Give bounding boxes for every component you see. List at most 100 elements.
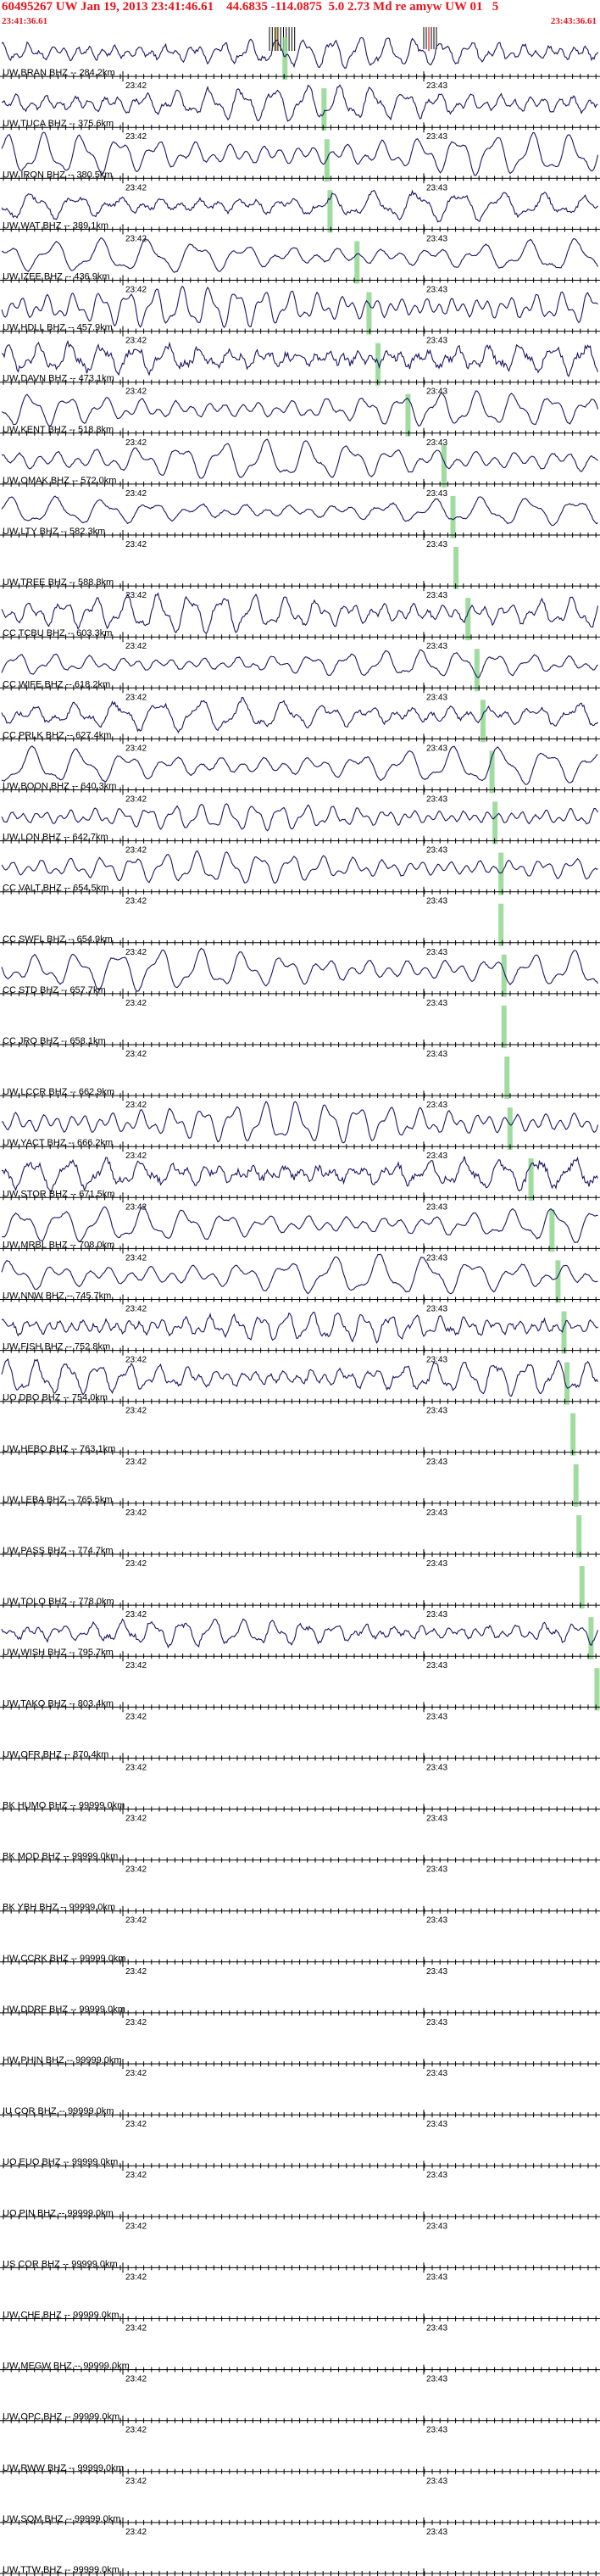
tick-label: 23:43: [426, 1712, 447, 1721]
tick-label: 23:43: [426, 2375, 447, 2384]
waveform: [1, 696, 598, 734]
station-label: HW CCRK BHZ -- 99999.0km: [3, 1954, 125, 1964]
station-label: UW TUCA BHZ -- 375.6km: [3, 119, 114, 129]
tick-label: 23:42: [125, 1407, 147, 1416]
tick-label: 23:42: [125, 286, 147, 295]
station-row: CC SWFL BHZ -- 654.9km 23:42 23:43: [0, 934, 600, 957]
tick-label: 23:43: [426, 388, 447, 397]
station-row: UW KENT BHZ -- 518.8km 23:42 23:43: [0, 390, 600, 448]
station-label: UO EUO BHZ -- 99999.0km: [3, 2157, 118, 2167]
tick-label: 23:42: [125, 846, 147, 856]
waveform: [1, 1358, 598, 1397]
arrival-marker: [474, 649, 480, 692]
tick-label: 23:42: [125, 2018, 147, 2027]
tick-label: 23:42: [125, 2222, 147, 2231]
station-row: UW TTW BHZ -- 99999.0km23:4223:43: [0, 2565, 600, 2576]
tick-label: 23:42: [125, 795, 147, 805]
tick-label: 23:43: [426, 132, 447, 142]
waveform: [1, 36, 598, 70]
station-label: UW WISH BHZ -- 795.7km: [3, 1648, 114, 1658]
tick-label: 23:43: [426, 438, 447, 448]
station-label: CC JRO BHZ -- 658.1km: [3, 1036, 106, 1046]
station-label: UW LEBA BHZ -- 765.5km: [3, 1495, 113, 1505]
tick-label: 23:42: [125, 81, 147, 91]
waveform: [1, 84, 598, 122]
arrival-marker: [570, 1413, 576, 1456]
tick-label: 23:43: [426, 1050, 447, 1059]
tick-label: 23:42: [125, 2120, 147, 2129]
station-label: BK HUMO BHZ -- 99999.0km: [3, 1801, 125, 1811]
arrival-marker: [465, 598, 471, 641]
station-row: UW TREE BHZ -- 588.8km23:42 23:43: [0, 577, 600, 600]
tick-label: 23:42: [125, 1101, 147, 1110]
tick-label: 23:42: [125, 1763, 147, 1772]
station-label: UW SQM BHZ -- 99999.0km: [3, 2514, 120, 2524]
arrival-marker: [453, 547, 459, 589]
tick-label: 23:42: [125, 1661, 147, 1670]
station-row: UW LON BHZ -- 642.7km 23:42 23:43: [0, 803, 600, 856]
arrival-marker: [501, 1005, 507, 1048]
station-row: CC VALT BHZ -- 654.5km 23:42 23:43: [0, 850, 600, 906]
tick-label: 23:43: [426, 2426, 447, 2435]
arrival-marker: [555, 1260, 561, 1303]
tick-label: 23:42: [125, 2528, 147, 2537]
station-row: HW PHIN BHZ -- 99999.0km23:42 23:43: [0, 2055, 600, 2078]
tick-label: 23:43: [426, 1202, 447, 1212]
station-row: UW SQM BHZ -- 99999.0km 23:42 23:43: [0, 2514, 600, 2537]
tick-label: 23:43: [426, 540, 447, 549]
waveform: [1, 339, 599, 377]
station-row: BK HUMO BHZ -- 99999.0km23:42 23:43: [0, 1801, 600, 1824]
station-label: UW YACT BHZ -- 666.2km: [3, 1138, 113, 1148]
station-row: UO EUO BHZ -- 99999.0km 23:42 23:43: [0, 2157, 600, 2180]
waveform: [1, 495, 598, 527]
station-label: CC VALT BHZ -- 654.5km: [3, 884, 108, 894]
tick-label: 23:42: [125, 2069, 147, 2078]
tick-label: 23:43: [426, 234, 447, 243]
tick-label: 23:42: [125, 438, 147, 448]
tick-label: 23:42: [125, 1916, 147, 1926]
tick-label: 23:42: [125, 2426, 147, 2435]
tick-label: 23:43: [426, 1407, 447, 1416]
waveform: [1, 1253, 598, 1295]
header-bar: 60495267 UW Jan 19, 2013 23:41:46.61 44.…: [0, 0, 600, 27]
station-row: UW LTY BHZ -- 582.3km 23:42 23:43: [0, 495, 600, 549]
waveform: [1, 390, 599, 427]
arrival-marker: [576, 1514, 582, 1558]
station-row: UW OFR BHZ -- 870.4km 23:42 23:43: [0, 1749, 600, 1772]
tick-label: 23:42: [125, 1559, 147, 1569]
arrival-marker: [282, 37, 288, 80]
station-label: CC WIFE BHZ -- 618.2km: [3, 679, 110, 689]
tick-label: 23:43: [426, 693, 447, 702]
arrival-marker: [354, 241, 360, 284]
tick-label: 23:43: [426, 183, 447, 192]
tick-label: 23:43: [426, 1151, 447, 1161]
station-row: UW NNW BHZ -- 745.7km 23:42 23:43: [0, 1253, 600, 1314]
tick-label: 23:42: [125, 540, 147, 549]
station-row: HW CCRK BHZ -- 99999.0km23:42 23:43: [0, 1954, 600, 1977]
tick-label: 23:42: [125, 1202, 147, 1212]
tick-label: 23:42: [125, 388, 147, 397]
station-label: HW DDRF BHZ -- 99999.0km: [3, 2004, 125, 2015]
tick-label: 23:43: [426, 2069, 447, 2078]
waveform: [1, 1205, 598, 1244]
station-label: UW STOR BHZ -- 671.5km: [3, 1189, 114, 1199]
tick-label: 23:42: [125, 2324, 147, 2333]
station-label: BK MOD BHZ -- 99999.0km: [3, 1852, 118, 1862]
arrival-marker: [549, 1209, 555, 1252]
station-row: UW MEGW BHZ -- 99999.0km 23:42 23:43: [0, 2361, 600, 2384]
tick-label: 23:43: [426, 1458, 447, 1467]
station-row: UW STOR BHZ -- 671.5km 23:42 23:43: [0, 1156, 600, 1212]
station-row: UW WAT BHZ -- 389.1km 23:42 23:43: [0, 189, 600, 243]
tick-label: 23:42: [125, 2272, 147, 2282]
station-row: UW TUCA BHZ -- 375.6km 23:42 23:43: [0, 84, 600, 142]
tick-label: 23:42: [125, 2171, 147, 2180]
station-row: UW PASS BHZ -- 774.7km 23:42 23:43: [0, 1546, 600, 1569]
tick-label: 23:43: [426, 1763, 447, 1772]
station-row: UW BOON BHZ -- 640.3km 23:42 23:43: [0, 745, 600, 805]
station-label: UW RWW BHZ -- 99999.0km: [3, 2463, 124, 2473]
arrival-marker: [480, 700, 486, 743]
station-label: UW TOLO BHZ -- 778.0km: [3, 1597, 114, 1607]
tick-label: 23:43: [426, 1916, 447, 1926]
station-label: CC STD BHZ -- 657.7km: [3, 985, 106, 995]
tick-label: 23:42: [125, 132, 147, 142]
